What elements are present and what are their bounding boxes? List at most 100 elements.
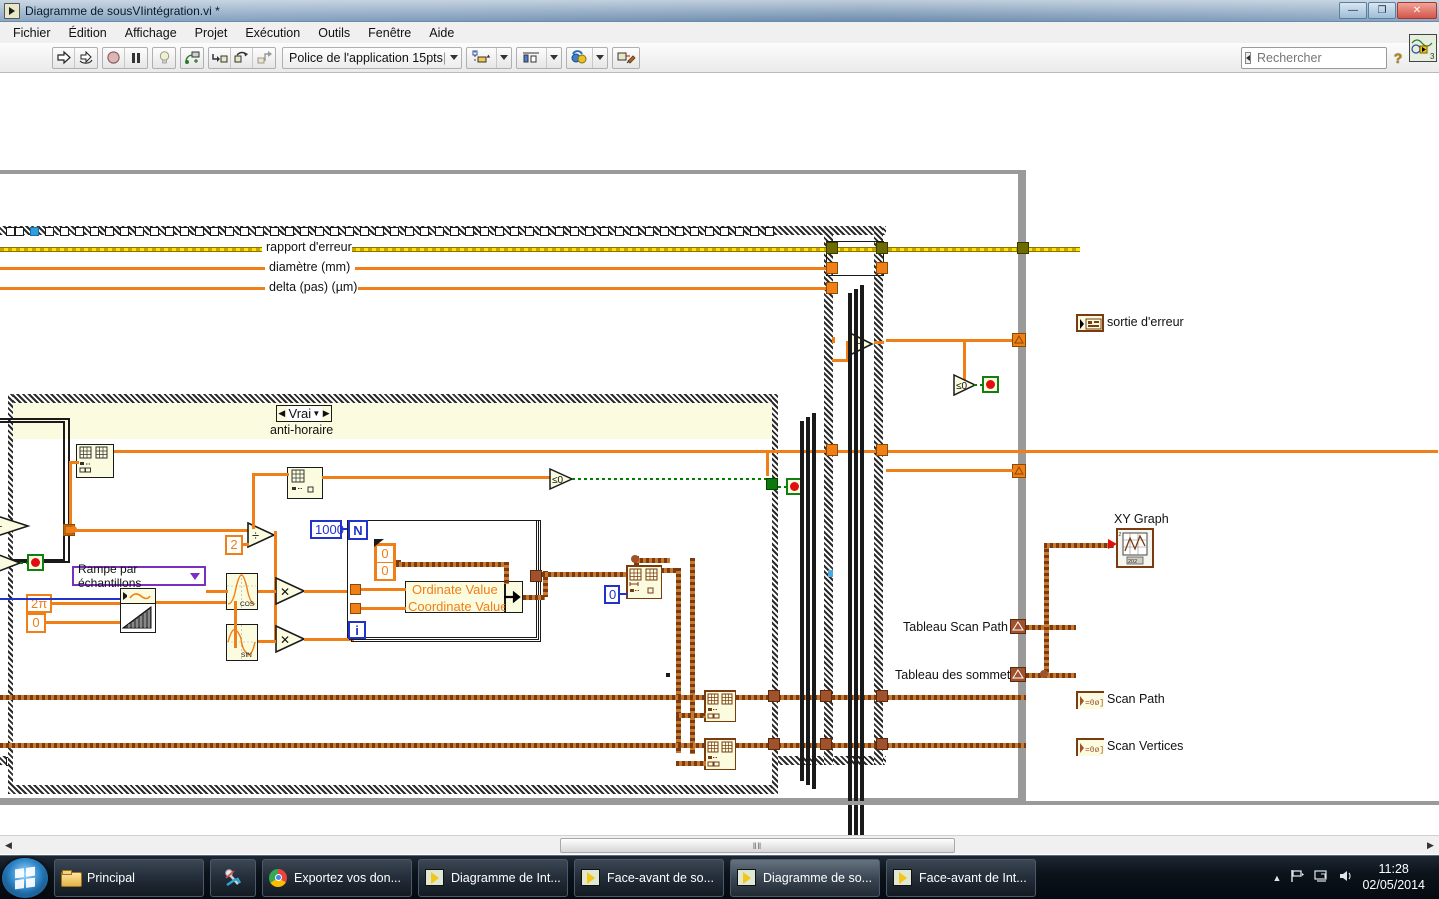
scroll-thumb[interactable]: ‖‖ — [560, 838, 955, 853]
ramp-type-ring[interactable]: Rampe par échantillons — [72, 562, 206, 590]
inner-nested-frame-1 — [666, 673, 670, 677]
multiply-node-cos[interactable]: ✕ — [274, 576, 308, 606]
taskbar-item-face-avant-so[interactable]: Face-avant de so... — [574, 858, 724, 897]
array-size-node-2[interactable] — [287, 467, 323, 499]
close-button[interactable]: ✕ — [1397, 2, 1437, 19]
block-diagram-canvas[interactable]: rapport d'erreur diamètre (mm) delta (pa… — [0, 73, 1439, 835]
inner-nested-frame-right-6 — [860, 285, 864, 835]
wire-branch-up-to-row377 — [766, 450, 769, 476]
clusterwire-to-xygraph-h — [1044, 543, 1114, 548]
distribute-dropdown-icon[interactable] — [547, 48, 561, 68]
taskbar-item-chrome[interactable]: Exportez vos don... — [262, 858, 412, 897]
network-flag-icon[interactable] — [1290, 869, 1305, 886]
case-selector[interactable]: ◀ Vrai ▼ ▶ — [276, 405, 332, 422]
search-scope-icon[interactable] — [1245, 52, 1251, 64]
taskbar-item-snipping-tool[interactable] — [210, 858, 256, 897]
inner-nested-frame-right-5 — [854, 289, 858, 835]
reorder-dropdown-icon[interactable] — [593, 48, 607, 68]
step-over-icon[interactable] — [231, 47, 253, 68]
run-continuously-icon[interactable] — [75, 48, 97, 68]
error-out-indicator[interactable] — [1076, 314, 1104, 332]
maximize-button[interactable]: ❐ — [1368, 2, 1396, 19]
case-selector-dropdown-arrow[interactable]: ▼ — [311, 409, 321, 418]
wire-sub-out-right — [886, 339, 1016, 342]
wire-indexarray1-out — [114, 450, 1438, 453]
clock-time: 11:28 — [1378, 861, 1409, 876]
wire-mult-cos-out — [304, 590, 352, 593]
ramp-pattern-node-lower[interactable] — [120, 603, 156, 633]
vertices-indicator-tunnel-glyph — [1012, 669, 1024, 679]
step-out-icon[interactable] — [253, 48, 275, 68]
horizontal-scrollbar[interactable]: ◀ ‖‖ ▶ — [0, 835, 1439, 854]
step-into-icon[interactable] — [209, 47, 231, 68]
reorder-objects-icon[interactable] — [567, 47, 594, 68]
wire-delta-into-sub — [832, 359, 848, 362]
case-next-arrow[interactable]: ▶ — [321, 406, 331, 421]
menu-edition[interactable]: Édition — [60, 24, 116, 42]
bundle-label-coordinate: Coordinate Value — [408, 599, 508, 614]
taskbar-item-face-avant-int[interactable]: Face-avant de Int... — [886, 858, 1036, 897]
numeric-tunnel-subtract-out — [876, 262, 888, 274]
label-rapport-erreur: rapport d'erreur — [266, 240, 352, 254]
label-scan-path: Scan Path — [1107, 692, 1165, 706]
taskbar-item-principal[interactable]: Principal — [54, 858, 204, 897]
clusterwire-junction-2 — [1040, 670, 1048, 678]
distribute-objects-icon[interactable] — [517, 47, 548, 68]
scroll-right-arrow[interactable]: ▶ — [1422, 837, 1439, 854]
align-dropdown-icon[interactable] — [497, 48, 511, 68]
search-box[interactable] — [1241, 47, 1420, 69]
align-objects-icon[interactable] — [467, 47, 498, 68]
stop-indicator-2[interactable] — [27, 554, 44, 571]
action-center-icon[interactable] — [1314, 869, 1329, 886]
taskbar-item-diagramme-so[interactable]: Diagramme de so... — [730, 858, 880, 897]
minimize-button[interactable]: — — [1339, 2, 1367, 19]
scan-vertices-indicator[interactable]: =0ø] — [1076, 738, 1104, 756]
taskbar-clock[interactable]: 11:28 02/05/2014 — [1362, 862, 1431, 893]
menu-outils[interactable]: Outils — [309, 24, 359, 42]
labview-icon — [893, 869, 912, 886]
context-help-icon[interactable]: ? — [1389, 47, 1407, 69]
taskbar-item-label: Face-avant de so... — [607, 870, 715, 885]
scroll-left-arrow[interactable]: ◀ — [0, 837, 17, 854]
index-array-cluster-node[interactable] — [626, 565, 662, 599]
show-hidden-icons-arrow[interactable]: ▲ — [1273, 873, 1282, 883]
cleanup-diagram-icon[interactable] — [613, 48, 639, 68]
xy-graph-indicator[interactable]: 2 202 — [1116, 528, 1154, 568]
wire-ramp-into-cos — [206, 590, 228, 593]
scan-path-indicator[interactable]: =0ø] — [1076, 691, 1104, 709]
vi-connector-icon[interactable]: 3 — [1409, 34, 1437, 62]
cluster-zero-upper: 0 — [376, 545, 394, 563]
wire-ramp-branch-to-sin — [234, 601, 237, 648]
build-array-node-scanpath[interactable] — [704, 690, 736, 722]
start-orb-button[interactable] — [2, 857, 48, 898]
menu-fenetre[interactable]: Fenêtre — [359, 24, 420, 42]
taskbar-item-diagramme-int[interactable]: Diagramme de Int... — [418, 858, 568, 897]
abort-execution-icon[interactable] — [103, 47, 125, 68]
menu-projet[interactable]: Projet — [186, 24, 237, 42]
retain-wire-values-icon[interactable] — [181, 48, 203, 68]
numeric-tunnel-delta — [826, 282, 838, 294]
run-arrow-icon[interactable] — [53, 47, 75, 68]
build-array-node-vertices[interactable] — [704, 738, 736, 770]
menu-affichage[interactable]: Affichage — [116, 24, 186, 42]
sine-node[interactable]: SIN — [226, 624, 258, 661]
chevron-down-icon[interactable] — [450, 55, 459, 60]
highlight-execution-bulb-icon[interactable] — [153, 48, 175, 68]
pause-icon[interactable] — [125, 48, 147, 68]
case-prev-arrow[interactable]: ◀ — [277, 406, 287, 421]
nested-subtract-node[interactable]: − — [0, 513, 34, 539]
labview-icon — [581, 869, 600, 886]
menu-aide[interactable]: Aide — [420, 24, 463, 42]
multiply-node-sin[interactable]: ✕ — [274, 624, 308, 654]
stop-indicator-1[interactable] — [982, 376, 999, 393]
volume-icon[interactable] — [1338, 869, 1353, 886]
menu-execution[interactable]: Exécution — [236, 24, 309, 42]
cosine-node[interactable]: COS — [226, 573, 258, 610]
toolbar: Police de l'application 15pts | Recherch… — [0, 43, 1439, 73]
wire-to-arraysize2 — [252, 473, 289, 476]
chevron-down-icon-ramp[interactable] — [190, 572, 200, 580]
font-selector[interactable]: Police de l'application 15pts | — [282, 46, 463, 69]
label-sortie-erreur: sortie d'erreur — [1107, 315, 1184, 329]
menu-fichier[interactable]: Fichier — [4, 24, 60, 42]
index-array-node-1[interactable] — [76, 444, 114, 478]
